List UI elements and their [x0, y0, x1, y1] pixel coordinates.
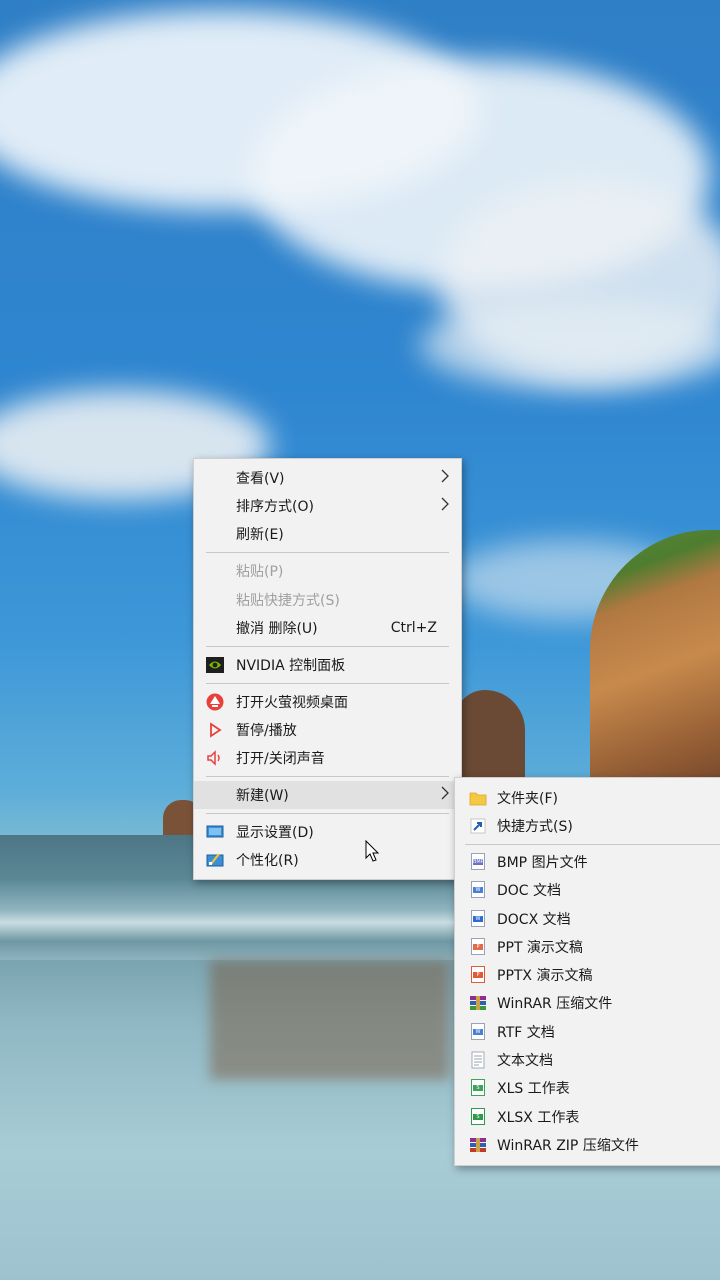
menu-separator: [206, 683, 449, 684]
chevron-right-icon: [441, 786, 449, 800]
new-bmp-item[interactable]: BMP BMP 图片文件: [455, 848, 720, 876]
menu-item-label: DOC 文档: [497, 883, 562, 899]
menu-item-label: WinRAR 压缩文件: [497, 996, 613, 1012]
menu-item-label: 刷新(E): [236, 527, 284, 543]
menu-item-refresh[interactable]: 刷新(E): [194, 520, 461, 548]
menu-item-label: 显示设置(D): [236, 825, 314, 841]
new-ppt-item[interactable]: P PPT 演示文稿: [455, 933, 720, 961]
menu-item-undo-delete[interactable]: 撤消 删除(U) Ctrl+Z: [194, 614, 461, 642]
chevron-right-icon: [441, 497, 449, 511]
menu-item-label: BMP 图片文件: [497, 855, 588, 871]
menu-separator: [206, 552, 449, 553]
new-docx-item[interactable]: W DOCX 文档: [455, 905, 720, 933]
menu-separator: [465, 844, 720, 845]
menu-item-label: 文件夹(F): [497, 791, 558, 807]
menu-item-pause-play[interactable]: 暂停/播放: [194, 716, 461, 744]
ppt-file-icon: P: [471, 938, 485, 955]
menu-item-view[interactable]: 查看(V): [194, 464, 461, 492]
menu-item-label: 打开/关闭声音: [236, 751, 325, 767]
menu-item-label: WinRAR ZIP 压缩文件: [497, 1138, 639, 1154]
new-folder-item[interactable]: 文件夹(F): [455, 784, 720, 812]
menu-item-display-settings[interactable]: 显示设置(D): [194, 818, 461, 846]
chevron-right-icon: [441, 469, 449, 483]
firefly-video-icon: [206, 693, 224, 711]
mouse-cursor-icon: [365, 840, 380, 862]
menu-item-open-video-desktop[interactable]: 打开火萤视频桌面: [194, 688, 461, 716]
xls-file-icon: S: [471, 1079, 485, 1096]
new-winrar-item[interactable]: WinRAR 压缩文件: [455, 989, 720, 1017]
cloud: [420, 300, 720, 390]
menu-item-paste: 粘贴(P): [194, 557, 461, 585]
menu-item-shortcut: Ctrl+Z: [390, 620, 437, 636]
menu-separator: [206, 813, 449, 814]
menu-item-label: DOCX 文档: [497, 912, 571, 928]
menu-item-label: 打开火萤视频桌面: [236, 695, 348, 711]
personalize-icon: [206, 853, 224, 867]
sea-rock: [455, 690, 525, 780]
menu-item-toggle-sound[interactable]: 打开/关闭声音: [194, 744, 461, 772]
menu-separator: [206, 776, 449, 777]
doc-file-icon: W: [471, 881, 485, 898]
xlsx-file-icon: S: [471, 1108, 485, 1125]
menu-item-label: 粘贴(P): [236, 564, 284, 580]
menu-separator: [206, 646, 449, 647]
menu-item-new[interactable]: 新建(W): [194, 781, 461, 809]
menu-item-label: 查看(V): [236, 471, 285, 487]
desktop-context-menu: 查看(V) 排序方式(O) 刷新(E) 粘贴(P) 粘贴快捷方式(S) 撤消 删…: [193, 458, 462, 880]
display-icon: [206, 825, 224, 838]
rtf-file-icon: W: [471, 1023, 485, 1040]
folder-icon: [469, 792, 487, 806]
menu-item-sort[interactable]: 排序方式(O): [194, 492, 461, 520]
pptx-file-icon: P: [471, 966, 485, 983]
menu-item-label: PPT 演示文稿: [497, 940, 583, 956]
menu-item-label: 粘贴快捷方式(S): [236, 593, 340, 609]
bmp-file-icon: BMP: [471, 853, 485, 870]
menu-item-label: NVIDIA 控制面板: [236, 658, 346, 674]
docx-file-icon: W: [471, 910, 485, 927]
speaker-icon: [207, 750, 220, 766]
menu-item-label: 暂停/播放: [236, 723, 297, 739]
nvidia-icon: [206, 657, 224, 673]
new-xlsx-item[interactable]: S XLSX 工作表: [455, 1103, 720, 1131]
winrar-icon: [470, 996, 486, 1010]
new-xls-item[interactable]: S XLS 工作表: [455, 1074, 720, 1102]
play-icon: [210, 722, 222, 738]
menu-item-personalize[interactable]: 个性化(R): [194, 846, 461, 874]
menu-item-label: 快捷方式(S): [497, 819, 573, 835]
menu-item-label: 新建(W): [236, 788, 289, 804]
menu-item-nvidia[interactable]: NVIDIA 控制面板: [194, 651, 461, 679]
new-text-item[interactable]: 文本文档: [455, 1046, 720, 1074]
menu-item-label: 撤消 删除(U): [236, 621, 318, 637]
menu-item-label: 文本文档: [497, 1053, 553, 1069]
new-rtf-item[interactable]: W RTF 文档: [455, 1018, 720, 1046]
new-doc-item[interactable]: W DOC 文档: [455, 876, 720, 904]
menu-item-label: RTF 文档: [497, 1025, 555, 1041]
menu-item-paste-shortcut: 粘贴快捷方式(S): [194, 586, 461, 614]
shortcut-icon: [470, 818, 486, 834]
new-shortcut-item[interactable]: 快捷方式(S): [455, 812, 720, 840]
rock-reflection: [210, 960, 450, 1080]
new-pptx-item[interactable]: P PPTX 演示文稿: [455, 961, 720, 989]
text-file-icon: [471, 1051, 485, 1069]
menu-item-label: XLSX 工作表: [497, 1110, 580, 1126]
menu-item-label: 排序方式(O): [236, 499, 314, 515]
menu-item-label: XLS 工作表: [497, 1081, 570, 1097]
winrar-zip-icon: [470, 1138, 486, 1152]
new-submenu: 文件夹(F) 快捷方式(S) BMP BMP 图片文件 W DOC 文档 W D…: [454, 777, 720, 1166]
new-winrar-zip-item[interactable]: WinRAR ZIP 压缩文件: [455, 1131, 720, 1159]
menu-item-label: PPTX 演示文稿: [497, 968, 593, 984]
menu-item-label: 个性化(R): [236, 853, 299, 869]
